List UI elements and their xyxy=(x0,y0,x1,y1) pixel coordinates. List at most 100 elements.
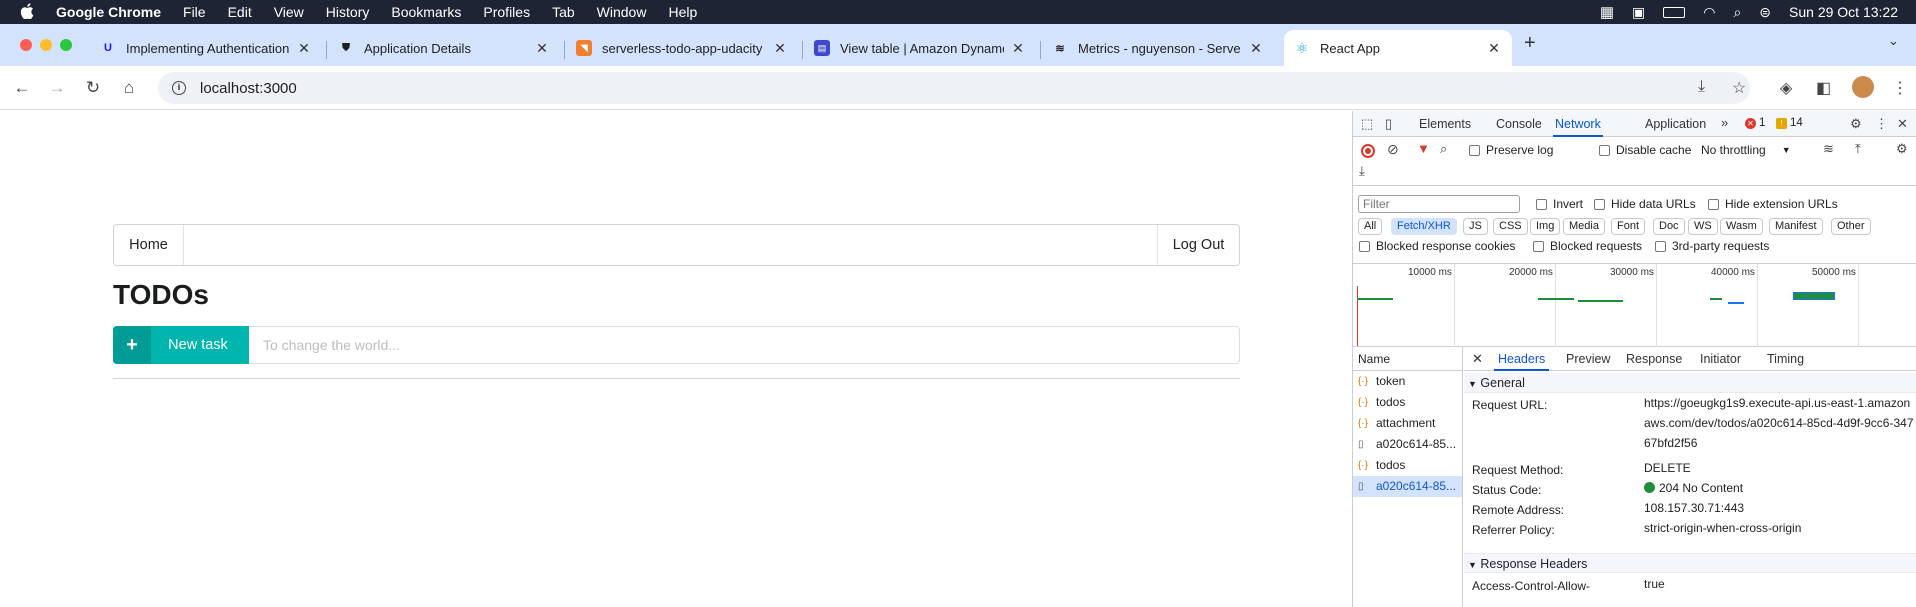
checkbox[interactable] xyxy=(1655,240,1666,252)
export-har-icon[interactable]: ⤓ xyxy=(1359,163,1365,179)
error-count-badge[interactable]: ✕ 1 xyxy=(1745,117,1765,129)
request-row[interactable]: {·} attachment xyxy=(1353,413,1462,434)
menu-bookmarks[interactable]: Bookmarks xyxy=(391,4,461,20)
home-link[interactable]: Home xyxy=(114,225,184,265)
menu-history[interactable]: History xyxy=(326,4,370,20)
logout-button[interactable]: Log Out xyxy=(1157,225,1239,265)
menu-window[interactable]: Window xyxy=(597,4,647,20)
battery-icon[interactable] xyxy=(1663,6,1686,18)
type-filter-media[interactable]: Media xyxy=(1563,218,1605,235)
type-filter-doc[interactable]: Doc xyxy=(1653,218,1685,235)
tab-preview[interactable]: Preview xyxy=(1566,347,1610,371)
menu-view[interactable]: View xyxy=(274,4,304,20)
general-section-header[interactable]: ▼ General xyxy=(1464,373,1916,393)
new-task-button[interactable]: + New task xyxy=(113,326,249,364)
type-filter-other[interactable]: Other xyxy=(1831,218,1871,235)
record-stop-icon[interactable] xyxy=(1361,144,1375,158)
more-panels-chevron-icon[interactable]: » xyxy=(1721,115,1728,130)
network-timeline-overview[interactable]: 10000 ms 20000 ms 30000 ms 40000 ms 5000… xyxy=(1353,263,1916,347)
name-column-header[interactable]: Name xyxy=(1353,347,1462,371)
request-row[interactable]: ▯ a020c614-85... xyxy=(1353,434,1462,455)
filter-funnel-icon[interactable]: ▼ xyxy=(1417,141,1430,156)
control-center-icon[interactable]: ⊜ xyxy=(1759,4,1771,21)
checkbox[interactable] xyxy=(1708,198,1719,210)
browser-tab[interactable]: ⛊ Application Details ✕ xyxy=(328,30,560,66)
network-conditions-icon[interactable]: ≋ xyxy=(1823,141,1834,157)
back-arrow-icon[interactable]: ← xyxy=(12,78,32,98)
menu-app-name[interactable]: Google Chrome xyxy=(56,4,161,20)
tab-headers[interactable]: Headers xyxy=(1494,347,1550,371)
response-headers-section-header[interactable]: ▼ Response Headers xyxy=(1464,553,1916,573)
inspect-element-icon[interactable]: ⬚ xyxy=(1361,116,1373,132)
side-panel-icon[interactable]: ◧ xyxy=(1816,78,1831,98)
tab-initiator[interactable]: Initiator xyxy=(1700,347,1741,371)
task-input[interactable] xyxy=(249,326,1240,364)
site-info-icon[interactable]: i xyxy=(172,81,186,95)
wifi-icon[interactable]: ◠ xyxy=(1703,4,1715,21)
close-tab-icon[interactable]: ✕ xyxy=(296,40,312,57)
close-window-button[interactable] xyxy=(20,39,32,51)
hide-data-urls-checkbox[interactable]: Hide data URLs xyxy=(1594,197,1696,211)
devtools-menu-icon[interactable]: ⋮ xyxy=(1875,116,1888,132)
close-tab-icon[interactable]: ✕ xyxy=(1010,40,1026,57)
warning-count-badge[interactable]: ! 14 xyxy=(1776,117,1803,129)
type-filter-wasm[interactable]: Wasm xyxy=(1720,218,1763,235)
close-tab-icon[interactable]: ✕ xyxy=(1248,40,1264,57)
bookmark-star-icon[interactable]: ☆ xyxy=(1732,78,1746,98)
browser-tab[interactable]: ▤ View table | Amazon Dynamo ✕ xyxy=(804,30,1036,66)
throttling-select[interactable]: No throttling ▼ xyxy=(1701,143,1791,157)
tab-elements[interactable]: Elements xyxy=(1419,111,1471,137)
address-bar[interactable]: i localhost:3000 xyxy=(158,72,1750,104)
install-app-icon[interactable]: ⤓ xyxy=(1698,78,1705,96)
menu-file[interactable]: File xyxy=(183,4,206,20)
apple-icon[interactable] xyxy=(20,2,36,22)
type-filter-font[interactable]: Font xyxy=(1611,218,1646,235)
settings-gear-icon[interactable]: ⚙ xyxy=(1850,116,1862,132)
menubar-clock[interactable]: Sun 29 Oct 13:22 xyxy=(1789,4,1898,20)
clear-icon[interactable]: ⊘ xyxy=(1387,141,1399,158)
tab-application[interactable]: Application xyxy=(1645,111,1706,137)
minimize-window-button[interactable] xyxy=(40,39,52,51)
close-detail-icon[interactable]: ✕ xyxy=(1472,347,1483,371)
search-icon[interactable]: ⌕ xyxy=(1440,141,1447,157)
close-devtools-icon[interactable]: ✕ xyxy=(1897,116,1908,132)
type-filter-all[interactable]: All xyxy=(1358,218,1383,235)
browser-tab[interactable]: ≋ Metrics - nguyenson - Serve ✕ xyxy=(1042,30,1274,66)
grid-icon[interactable]: ▦ xyxy=(1600,3,1614,21)
request-row[interactable]: {·} todos xyxy=(1353,455,1462,476)
checkbox[interactable] xyxy=(1594,198,1605,210)
device-toolbar-icon[interactable]: ▯ xyxy=(1385,116,1392,132)
browser-tab-active[interactable]: ⚛ React App ✕ xyxy=(1284,30,1512,66)
type-filter-fetch-xhr[interactable]: Fetch/XHR xyxy=(1391,218,1457,235)
tab-search-chevron-icon[interactable]: ⌄ xyxy=(1888,33,1899,49)
menu-profiles[interactable]: Profiles xyxy=(483,4,530,20)
browser-tab[interactable]: U Implementing Authentication ✕ xyxy=(90,30,322,66)
display-icon[interactable]: ▣ xyxy=(1632,4,1645,21)
import-har-icon[interactable]: ⤒ xyxy=(1855,141,1861,157)
blocked-requests-checkbox[interactable]: Blocked requests xyxy=(1533,239,1642,253)
type-filter-img[interactable]: Img xyxy=(1530,218,1561,235)
blocked-cookies-checkbox[interactable]: Blocked response cookies xyxy=(1359,239,1515,253)
request-row[interactable]: {·} token xyxy=(1353,371,1462,392)
spotlight-search-icon[interactable]: ⌕ xyxy=(1733,4,1741,21)
type-filter-css[interactable]: CSS xyxy=(1493,218,1528,235)
request-row-selected[interactable]: ▯ a020c614-85... xyxy=(1353,476,1462,497)
extensions-icon[interactable]: ◈ xyxy=(1780,78,1792,98)
menu-tab[interactable]: Tab xyxy=(552,4,575,20)
type-filter-manifest[interactable]: Manifest xyxy=(1769,218,1823,235)
checkbox[interactable] xyxy=(1536,198,1547,210)
checkbox[interactable] xyxy=(1533,240,1544,252)
tab-network[interactable]: Network xyxy=(1553,111,1603,137)
more-menu-icon[interactable]: ⋮ xyxy=(1892,78,1908,98)
request-row[interactable]: {·} todos xyxy=(1353,392,1462,413)
network-settings-gear-icon[interactable]: ⚙ xyxy=(1896,141,1908,157)
third-party-checkbox[interactable]: 3rd-party requests xyxy=(1655,239,1769,253)
browser-tab[interactable]: ◥ serverless-todo-app-udacity ✕ xyxy=(566,30,798,66)
filter-input[interactable]: Filter xyxy=(1358,195,1520,213)
forward-arrow-icon[interactable]: → xyxy=(47,78,67,98)
menu-edit[interactable]: Edit xyxy=(228,4,252,20)
tab-timing[interactable]: Timing xyxy=(1767,347,1804,371)
zoom-window-button[interactable] xyxy=(60,39,72,51)
type-filter-ws[interactable]: WS xyxy=(1688,218,1718,235)
hide-extension-urls-checkbox[interactable]: Hide extension URLs xyxy=(1708,197,1838,211)
